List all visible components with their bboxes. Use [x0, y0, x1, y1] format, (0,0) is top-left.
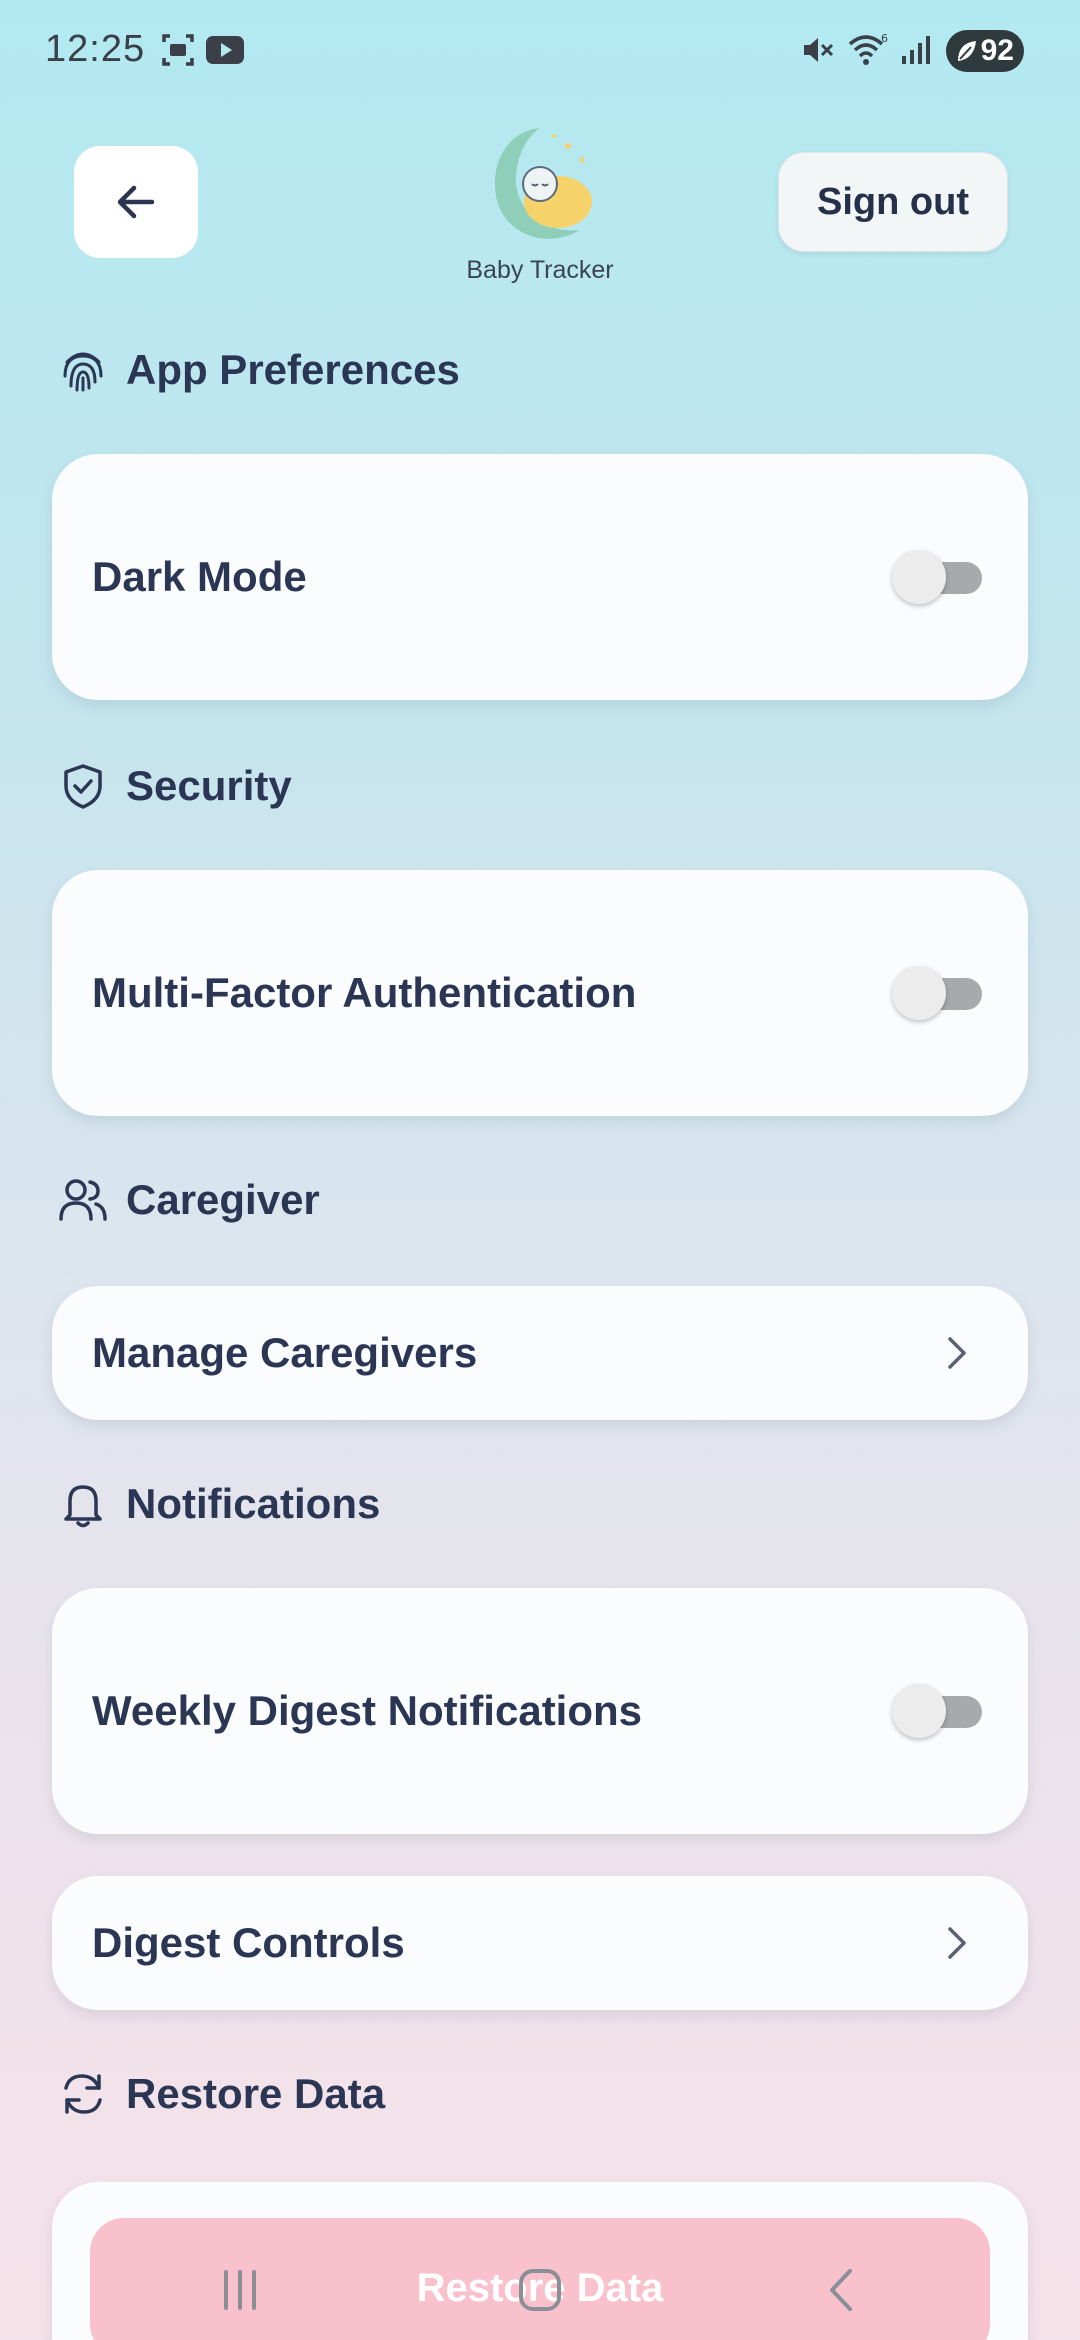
signal-icon [902, 36, 930, 64]
home-button[interactable] [500, 2250, 580, 2330]
recent-apps-icon [224, 2270, 256, 2310]
users-icon [58, 1175, 108, 1225]
back-button[interactable] [74, 146, 198, 258]
section-title: App Preferences [126, 346, 460, 393]
section-restore-data: Restore Data [58, 2064, 385, 2124]
back-nav-icon [830, 2269, 852, 2311]
mfa-card: Multi-Factor Authentication [52, 870, 1028, 1116]
leaf-icon [958, 41, 976, 61]
section-title: Security [126, 762, 292, 809]
app-logo: Baby Tracker [460, 122, 620, 292]
section-title: Caregiver [126, 1176, 320, 1223]
youtube-icon [206, 36, 244, 64]
chevron-right-icon [936, 1923, 976, 1963]
home-icon [519, 2269, 561, 2311]
system-nav-bar [0, 2230, 1080, 2340]
sign-out-button[interactable]: Sign out [778, 152, 1008, 252]
dark-mode-label: Dark Mode [92, 553, 307, 600]
mfa-toggle[interactable] [892, 966, 988, 1020]
recent-apps-button[interactable] [200, 2250, 280, 2330]
toggle-thumb [892, 1684, 946, 1738]
section-title: Restore Data [126, 2070, 386, 2117]
weekly-digest-toggle[interactable] [892, 1684, 988, 1738]
weekly-digest-label: Weekly Digest Notifications [92, 1687, 643, 1734]
mute-icon [804, 38, 834, 62]
weekly-digest-card: Weekly Digest Notifications [52, 1588, 1028, 1834]
arrow-left-icon [117, 185, 155, 219]
moon-baby-logo-icon [494, 128, 592, 239]
dark-mode-toggle[interactable] [892, 550, 988, 604]
toggle-thumb [892, 966, 946, 1020]
status-time: 12:25 [45, 28, 146, 70]
battery-level: 92 [980, 34, 1014, 67]
mfa-label: Multi-Factor Authentication [92, 969, 637, 1016]
manage-caregivers-label: Manage Caregivers [92, 1329, 478, 1376]
chevron-right-icon [936, 1333, 976, 1373]
section-security: Security [58, 756, 292, 816]
bell-icon [58, 1479, 108, 1529]
section-app-preferences: App Preferences [58, 340, 460, 400]
digest-controls-label: Digest Controls [92, 1919, 405, 1966]
digest-controls-card[interactable]: Digest Controls [52, 1876, 1028, 2010]
logo-text: Baby Tracker [466, 256, 614, 284]
back-nav-button[interactable] [802, 2250, 882, 2330]
screenshot-icon [162, 34, 194, 66]
status-bar: 12:25 6 92 [0, 0, 1080, 100]
refresh-icon [58, 2069, 108, 2119]
toggle-thumb [892, 550, 946, 604]
section-title: Notifications [126, 1480, 381, 1527]
section-notifications: Notifications [58, 1474, 380, 1534]
shield-check-icon [58, 761, 108, 811]
section-caregiver: Caregiver [58, 1170, 320, 1230]
battery-icon: 92 [946, 30, 1024, 72]
manage-caregivers-card[interactable]: Manage Caregivers [52, 1286, 1028, 1420]
wifi-icon: 6 [848, 32, 888, 65]
fingerprint-icon [58, 345, 108, 395]
dark-mode-card: Dark Mode [52, 454, 1028, 700]
svg-text:6: 6 [881, 32, 888, 45]
